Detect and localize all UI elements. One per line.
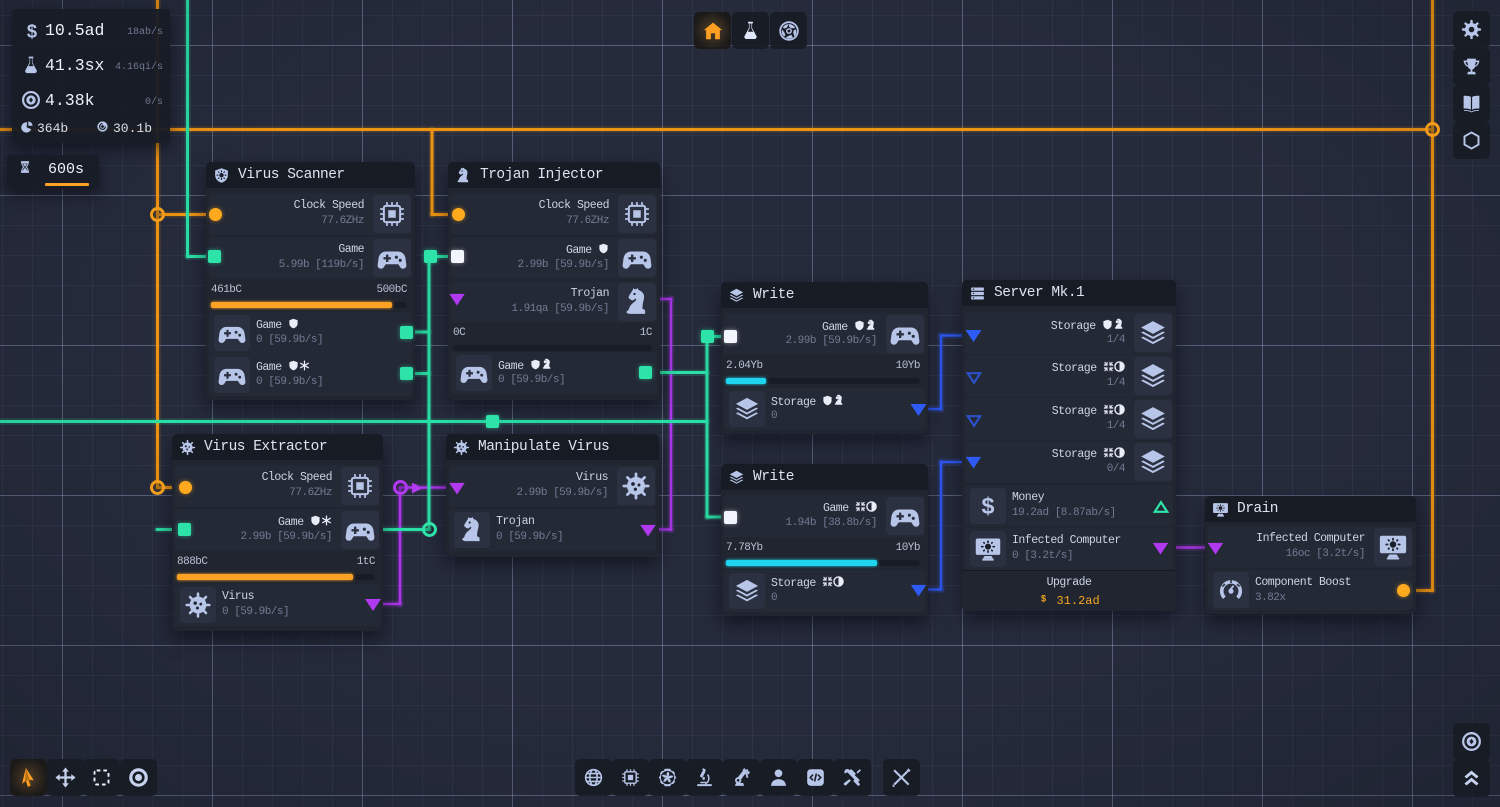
svg-text:$: $ (982, 493, 995, 519)
svg-text:$: $ (1041, 594, 1046, 604)
